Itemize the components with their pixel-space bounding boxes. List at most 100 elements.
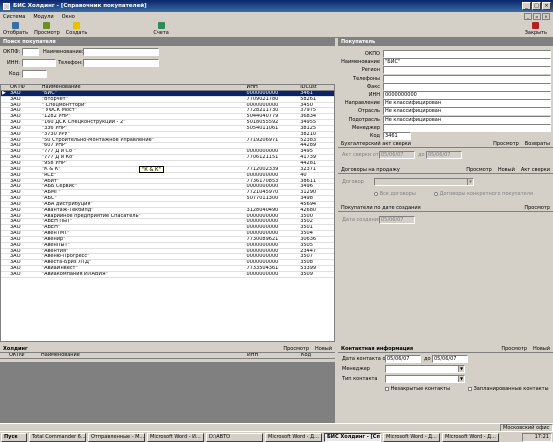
buyer-field-value[interactable]: Не классифицирован: [383, 115, 551, 124]
cell-idcust: 3502: [300, 219, 313, 225]
row-indicator: [1, 155, 9, 160]
reconcile-to-input[interactable]: 05/06/07: [426, 151, 462, 159]
menu-modules[interactable]: Модули: [33, 14, 53, 20]
buyer-field-label: Направление: [344, 100, 380, 107]
col-idcust[interactable]: IDCust: [299, 85, 334, 90]
buyer-field-value[interactable]: "БИС": [383, 58, 551, 67]
buyer-field-value[interactable]: Не классифицирован: [383, 99, 551, 108]
by-date-panel: Покупатели по дате создания Просмотр Дат…: [338, 204, 553, 230]
reconcile-from-input[interactable]: 05/06/07: [379, 151, 415, 159]
cell-okpf: ЗАО: [9, 143, 21, 149]
table-row[interactable]: ЗАО "Авиакомпания ИЛАВИЯ" 0000000000 3509: [1, 272, 334, 278]
row-indicator: [1, 126, 9, 131]
cell-okpf: ЗАО: [9, 219, 21, 225]
contact-view-button[interactable]: Просмотр: [501, 345, 527, 353]
buyer-field-value[interactable]: [383, 123, 551, 132]
window-title: БИС Холдинг - [Справочник покупателей]: [13, 3, 147, 9]
buyer-field-value[interactable]: [383, 66, 551, 75]
manager-select[interactable]: ▼: [385, 365, 465, 373]
buyer-field-value[interactable]: [383, 82, 551, 91]
holding-new-button[interactable]: Новый: [315, 345, 332, 353]
cell-okpf: ЗАО: [9, 166, 21, 172]
cell-inn: 0000000000: [246, 260, 279, 266]
taskbar-item[interactable]: Microsoft Word - Д...: [442, 432, 499, 442]
holding-col-okpf[interactable]: ОКПФ: [8, 353, 40, 358]
planned-contacts-checkbox[interactable]: Запланированные контакты: [468, 386, 549, 392]
col-okpf[interactable]: ОКТФ: [9, 85, 41, 90]
contracts-act-button[interactable]: Акт сверки: [521, 166, 550, 174]
holding-grid[interactable]: [0, 362, 335, 423]
buyer-field-label: Наименование: [341, 59, 380, 66]
buyer-contracts-radio[interactable]: Договоры конкретного покупателя: [434, 191, 533, 197]
cell-okpf: ЗАО: [9, 254, 21, 260]
col-name[interactable]: Наименование: [41, 85, 246, 90]
row-indicator: [1, 225, 9, 230]
contact-to-input[interactable]: 05/06/07: [432, 355, 468, 363]
contact-type-select[interactable]: ▼: [385, 375, 465, 383]
cell-okpf: ЗАО: [9, 190, 21, 196]
name-input[interactable]: [83, 48, 159, 56]
reconcile-back-button[interactable]: Возвраты: [525, 140, 550, 148]
buyer-field-value[interactable]: [383, 50, 551, 58]
taskbar-item[interactable]: Microsoft Word - Д...: [383, 432, 440, 442]
contracts-new-button[interactable]: Новый: [498, 166, 515, 174]
close-window-button[interactable]: ×: [542, 2, 551, 10]
contract-select[interactable]: ▼: [374, 178, 474, 186]
cell-inn: 7736170853: [246, 178, 279, 184]
by-date-view-button[interactable]: Просмотр: [524, 204, 550, 212]
minimize-button[interactable]: _: [522, 2, 531, 10]
chevron-down-icon: ▼: [467, 179, 473, 185]
cell-idcust: 36834: [300, 114, 317, 120]
holding-col-name[interactable]: Наименование: [40, 353, 246, 358]
holding-view-button[interactable]: Просмотр: [283, 345, 309, 353]
reconcile-view-button[interactable]: Просмотр: [493, 140, 519, 148]
mdi-restore-button[interactable]: ▫: [533, 13, 541, 20]
menu-system[interactable]: Система: [3, 14, 25, 20]
cell-idcust: 3508: [300, 260, 313, 266]
taskbar-item[interactable]: Total Commander 6...: [29, 432, 86, 442]
taskbar-item[interactable]: Microsoft Word - И...: [147, 432, 204, 442]
cell-inn: 5054011061: [246, 125, 279, 131]
maximize-button[interactable]: □: [532, 2, 541, 10]
row-indicator: [1, 260, 9, 265]
create-button[interactable]: Создать: [63, 21, 91, 37]
phone-input[interactable]: [83, 59, 159, 67]
creation-date-input[interactable]: 05/06/07: [379, 216, 415, 224]
all-contracts-radio[interactable]: Все договоры: [374, 191, 416, 197]
holding-col-inn[interactable]: ИНН: [246, 353, 300, 358]
row-indicator: [1, 97, 9, 102]
taskbar-item[interactable]: БИС Холдинг - [Спр...: [324, 432, 381, 442]
menu-window[interactable]: Окно: [62, 14, 75, 20]
cell-inn: 7709021780: [246, 96, 279, 102]
start-button[interactable]: Пуск: [1, 432, 27, 442]
contact-from-input[interactable]: 05/06/07: [385, 355, 421, 363]
mdi-minimize-button[interactable]: _: [524, 13, 532, 20]
taskbar-item[interactable]: D:\АВТО: [206, 432, 263, 442]
contracts-view-button[interactable]: Просмотр: [466, 166, 492, 174]
cell-name: "777 Д и Ко": [41, 155, 75, 160]
contact-new-button[interactable]: Новый: [533, 345, 550, 353]
holding-col-code[interactable]: Код: [300, 353, 335, 358]
view-button[interactable]: Просмотр: [31, 21, 63, 37]
mdi-close-button[interactable]: ×: [542, 13, 550, 20]
code-input[interactable]: [22, 70, 47, 78]
contact-date-label: Дата контакта от: [342, 356, 389, 362]
row-indicator: [1, 132, 9, 137]
select-button[interactable]: Отобрать: [0, 21, 31, 37]
accounts-button[interactable]: Счета: [150, 21, 172, 37]
contact-type-label: Тип контакта: [342, 376, 378, 382]
buyer-field-value[interactable]: 0000000000: [383, 91, 551, 99]
by-date-title: Покупатели по дате создания: [341, 204, 421, 211]
cell-name: "АВЕН ПыТ": [41, 219, 73, 225]
open-contacts-checkbox[interactable]: Незакрытые контакты: [385, 386, 450, 392]
buyer-field-value[interactable]: [383, 74, 551, 83]
cell-idcust: 44289: [300, 143, 317, 149]
taskbar-item[interactable]: Microsoft Word - Д...: [265, 432, 322, 442]
cell-okpf: ЗАО: [9, 201, 21, 207]
inn-input[interactable]: [22, 59, 56, 67]
close-button[interactable]: Закрыть: [522, 21, 550, 37]
col-inn[interactable]: ИНН: [246, 85, 300, 90]
buyer-field-value[interactable]: Не классифицирован: [383, 107, 551, 116]
taskbar-item[interactable]: Отправленные - M...: [88, 432, 145, 442]
okpf-input[interactable]: [22, 48, 39, 56]
